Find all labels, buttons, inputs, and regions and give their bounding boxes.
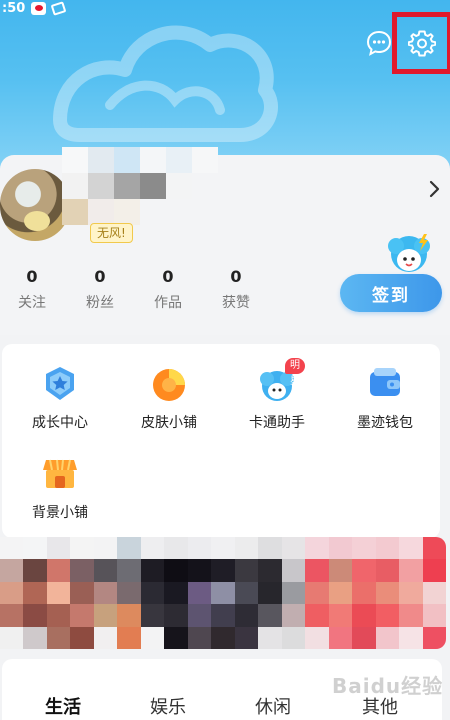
stat-value: 0 bbox=[26, 267, 38, 286]
service-background-shop[interactable]: 背景小铺 bbox=[5, 454, 115, 522]
service-label: 墨迹钱包 bbox=[357, 415, 413, 431]
services-grid: 成长中心 皮肤小铺 明星 卡通助手 墨迹钱包 背景小铺 bbox=[2, 344, 440, 538]
settings-button[interactable] bbox=[392, 12, 450, 74]
message-button[interactable] bbox=[362, 26, 396, 60]
stat-label: 获赞 bbox=[222, 295, 250, 311]
gear-icon bbox=[408, 30, 436, 57]
stat-likes[interactable]: 0 获赞 bbox=[202, 267, 270, 312]
profile-card: 无风! 0 关注 0 粉丝 0 作品 0 获赞 签到 bbox=[0, 147, 450, 335]
service-skin-shop[interactable]: 皮肤小铺 bbox=[114, 364, 224, 432]
chevron-right-icon[interactable] bbox=[428, 179, 442, 199]
service-wallet[interactable]: 墨迹钱包 bbox=[330, 364, 440, 432]
tab-leisure[interactable]: 休闲 bbox=[255, 693, 291, 719]
level-badge: 无风! bbox=[90, 223, 133, 243]
skin-shop-icon bbox=[149, 364, 189, 404]
stat-value: 0 bbox=[230, 267, 242, 286]
stat-value: 0 bbox=[162, 267, 174, 286]
medal-icon bbox=[40, 364, 80, 404]
stat-following[interactable]: 0 关注 bbox=[0, 267, 66, 312]
service-label: 成长中心 bbox=[32, 415, 88, 431]
avatar[interactable] bbox=[0, 169, 70, 241]
status-time: :50 bbox=[2, 0, 26, 16]
service-label: 卡通助手 bbox=[249, 415, 305, 431]
stat-label: 关注 bbox=[18, 295, 46, 311]
stat-label: 作品 bbox=[154, 295, 182, 311]
service-cartoon-assistant[interactable]: 明星 卡通助手 bbox=[222, 358, 332, 432]
service-label: 背景小铺 bbox=[32, 505, 88, 521]
watermark: Baidu经验 bbox=[332, 674, 444, 698]
star-badge: 明星 bbox=[285, 358, 305, 387]
stats-row: 0 关注 0 粉丝 0 作品 0 获赞 bbox=[0, 267, 270, 312]
stat-followers[interactable]: 0 粉丝 bbox=[66, 267, 134, 312]
tab-life[interactable]: 生活 bbox=[45, 693, 81, 719]
tab-entertainment[interactable]: 娱乐 bbox=[150, 693, 186, 719]
stat-works[interactable]: 0 作品 bbox=[134, 267, 202, 312]
username-redacted bbox=[62, 147, 218, 225]
promo-banner-redacted[interactable] bbox=[0, 537, 446, 649]
mascot-icon bbox=[388, 234, 430, 272]
chat-bubble-icon bbox=[366, 30, 392, 56]
cloud-decoration-icon bbox=[53, 25, 278, 142]
cartoon-assistant-icon: 明星 bbox=[257, 358, 305, 404]
stat-label: 粉丝 bbox=[86, 295, 114, 311]
background-shop-icon bbox=[40, 454, 80, 494]
checkin-button[interactable]: 签到 bbox=[340, 274, 442, 312]
service-growth-center[interactable]: 成长中心 bbox=[5, 364, 115, 432]
service-label: 皮肤小铺 bbox=[141, 415, 197, 431]
wallet-icon bbox=[365, 364, 405, 404]
stat-value: 0 bbox=[94, 267, 106, 286]
